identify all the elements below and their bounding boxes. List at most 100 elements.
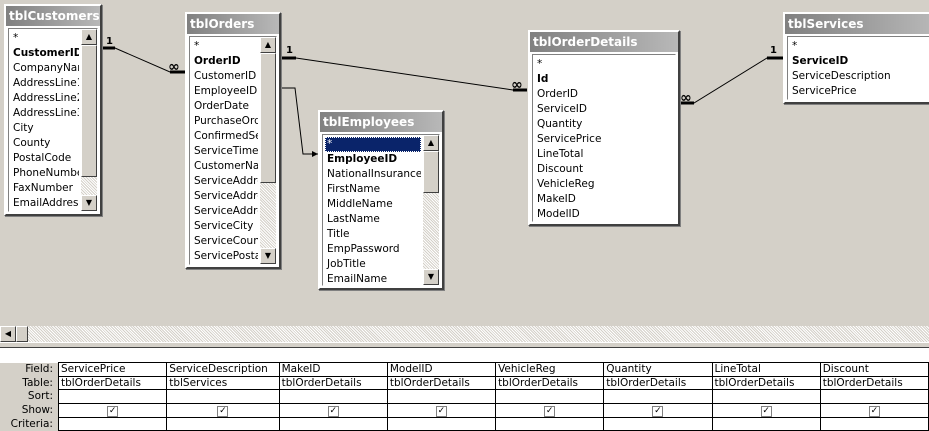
field-item[interactable]: ServiceID — [790, 54, 929, 69]
query-design-canvas[interactable]: 1 ∞ 1 ∞ 1 ∞ tblCustomers * CustomerID Comp… — [0, 0, 929, 326]
grid-cell-sort[interactable] — [166, 389, 280, 404]
grid-cell-table[interactable]: tblOrderDetails — [57, 375, 168, 390]
grid-cell-table[interactable]: tblOrderDetails — [711, 375, 821, 390]
table-title[interactable]: tblOrders — [187, 14, 279, 34]
grid-cell-table[interactable]: tblOrderDetails — [495, 375, 605, 390]
show-checkbox[interactable]: ✓ — [107, 405, 119, 416]
field-item[interactable]: OrderID — [535, 87, 673, 102]
field-item[interactable]: JobTitle — [325, 257, 421, 272]
field-item[interactable]: EmpPassword — [325, 242, 421, 257]
field-item[interactable]: Quantity — [535, 117, 673, 132]
field-item[interactable]: PhoneNumber — [11, 166, 79, 181]
vertical-scrollbar[interactable]: ▲ ▼ — [81, 29, 97, 211]
field-item[interactable]: * — [11, 31, 79, 46]
field-list[interactable]: * ServiceID ServiceDescription ServicePrice — [787, 36, 929, 100]
show-checkbox[interactable]: ✓ — [435, 405, 447, 416]
field-list[interactable]: *EmployeeIDNationalInsuranceNumberFirstN… — [322, 134, 440, 286]
field-item[interactable]: NationalInsuranceNumber — [325, 167, 421, 182]
field-item[interactable]: CustomerName — [192, 159, 258, 174]
grid-cell-table[interactable]: tblServices — [166, 375, 280, 390]
field-item[interactable]: LineTotal — [535, 147, 673, 162]
field-item[interactable]: ServiceID — [535, 102, 673, 117]
arrow-left-icon[interactable]: ◀ — [0, 326, 16, 342]
grid-cell-show[interactable]: ✓ — [278, 402, 388, 418]
grid-cell-show[interactable]: ✓ — [603, 402, 713, 418]
field-item[interactable]: ServicePrice — [535, 132, 673, 147]
grid-cell-sort[interactable] — [819, 389, 929, 404]
table-title[interactable]: tblOrderDetails — [530, 32, 678, 52]
field-item[interactable]: ServicePrice — [790, 84, 929, 99]
grid-cell-show[interactable]: ✓ — [711, 402, 821, 418]
vertical-scrollbar[interactable]: ▲ ▼ — [260, 37, 276, 264]
grid-cell-show[interactable]: ✓ — [495, 402, 605, 418]
grid-cell-show[interactable]: ✓ — [166, 402, 280, 418]
field-item[interactable]: ServiceCounty — [192, 234, 258, 249]
field-item[interactable]: EmployeeID — [325, 152, 421, 167]
field-item[interactable]: AddressLine3 — [11, 106, 79, 121]
field-item[interactable]: CustomerID — [192, 69, 258, 84]
field-item[interactable]: AddressLine1 — [11, 76, 79, 91]
vertical-scrollbar[interactable]: ▲ ▼ — [423, 135, 439, 285]
field-item[interactable]: * — [790, 39, 929, 54]
field-list[interactable]: *CustomerIDCompanyNameAddressLine1Addres… — [8, 28, 98, 212]
field-item[interactable]: Discount — [535, 162, 673, 177]
field-item[interactable]: EmailName — [325, 272, 421, 285]
field-item[interactable]: CompanyName — [11, 61, 79, 76]
table-window-employees[interactable]: tblEmployees * EmployeeID NationalInsuranc… — [318, 110, 444, 290]
grid-cell-criteria[interactable] — [166, 416, 280, 431]
scroll-thumb[interactable] — [81, 45, 97, 177]
grid-cell-field[interactable]: VehicleReg — [495, 362, 605, 377]
field-item[interactable]: * — [535, 57, 673, 72]
show-checkbox[interactable]: ✓ — [652, 405, 664, 416]
grid-cell-field[interactable]: Quantity — [603, 362, 713, 377]
grid-cell-table[interactable]: tblOrderDetails — [386, 375, 497, 390]
grid-cell-sort[interactable] — [278, 389, 388, 404]
field-item[interactable]: OrderID — [192, 54, 258, 69]
arrow-up-icon[interactable]: ▲ — [423, 135, 439, 151]
field-item[interactable]: PostalCode — [11, 151, 79, 166]
grid-cell-field[interactable]: LineTotal — [711, 362, 821, 377]
field-item[interactable]: * — [192, 39, 258, 54]
field-list[interactable]: * Id OrderID ServiceID Quantity ServicePrice L… — [532, 54, 676, 222]
field-item[interactable]: LastName — [325, 212, 421, 227]
show-checkbox[interactable]: ✓ — [544, 405, 556, 416]
table-title[interactable]: tblServices — [785, 14, 929, 34]
field-item[interactable]: Title — [325, 227, 421, 242]
field-item[interactable]: FaxNumber — [11, 181, 79, 196]
field-item[interactable]: ServiceTime — [192, 144, 258, 159]
grid-cell-show[interactable]: ✓ — [57, 402, 168, 418]
grid-cell-criteria[interactable] — [603, 416, 713, 431]
field-item[interactable]: OrderDate — [192, 99, 258, 114]
arrow-down-icon[interactable]: ▼ — [423, 269, 439, 285]
field-item[interactable]: ServiceCity — [192, 219, 258, 234]
field-list[interactable]: * OrderID CustomerID EmployeeID OrderDate Pur… — [189, 36, 277, 265]
grid-cell-field[interactable]: ServicePrice — [57, 362, 168, 377]
arrow-down-icon[interactable]: ▼ — [81, 195, 97, 211]
field-item[interactable]: ServiceDescription — [790, 69, 929, 84]
arrow-up-icon[interactable]: ▲ — [260, 37, 276, 53]
arrow-up-icon[interactable]: ▲ — [81, 29, 97, 45]
field-item[interactable]: ServiceAddress1 — [192, 174, 258, 189]
grid-cell-field[interactable]: MakeID — [278, 362, 388, 377]
grid-cell-table[interactable]: tblOrderDetails — [278, 375, 388, 390]
field-item[interactable]: County — [11, 136, 79, 151]
grid-cell-field[interactable]: ModelID — [386, 362, 497, 377]
field-item[interactable]: ModelID — [535, 207, 673, 221]
field-item[interactable]: ServiceAddress2 — [192, 189, 258, 204]
field-item[interactable]: City — [11, 121, 79, 136]
table-title[interactable]: tblEmployees — [320, 112, 442, 132]
grid-cell-table[interactable]: tblOrderDetails — [603, 375, 713, 390]
field-item[interactable]: MiddleName — [325, 197, 421, 212]
field-item[interactable]: PurchaseOrderNo — [192, 114, 258, 129]
scroll-thumb[interactable] — [260, 53, 276, 183]
grid-cell-criteria[interactable] — [278, 416, 388, 431]
arrow-down-icon[interactable]: ▼ — [260, 248, 276, 264]
show-checkbox[interactable]: ✓ — [327, 405, 339, 416]
grid-cell-sort[interactable] — [711, 389, 821, 404]
grid-cell-field[interactable]: ServiceDescription — [166, 362, 280, 377]
grid-cell-sort[interactable] — [495, 389, 605, 404]
field-item[interactable]: MakeID — [535, 192, 673, 207]
table-window-orders[interactable]: tblOrders * OrderID CustomerID EmployeeID Or… — [185, 12, 281, 269]
grid-cell-show[interactable]: ✓ — [819, 402, 929, 418]
field-item[interactable]: AddressLine2 — [11, 91, 79, 106]
